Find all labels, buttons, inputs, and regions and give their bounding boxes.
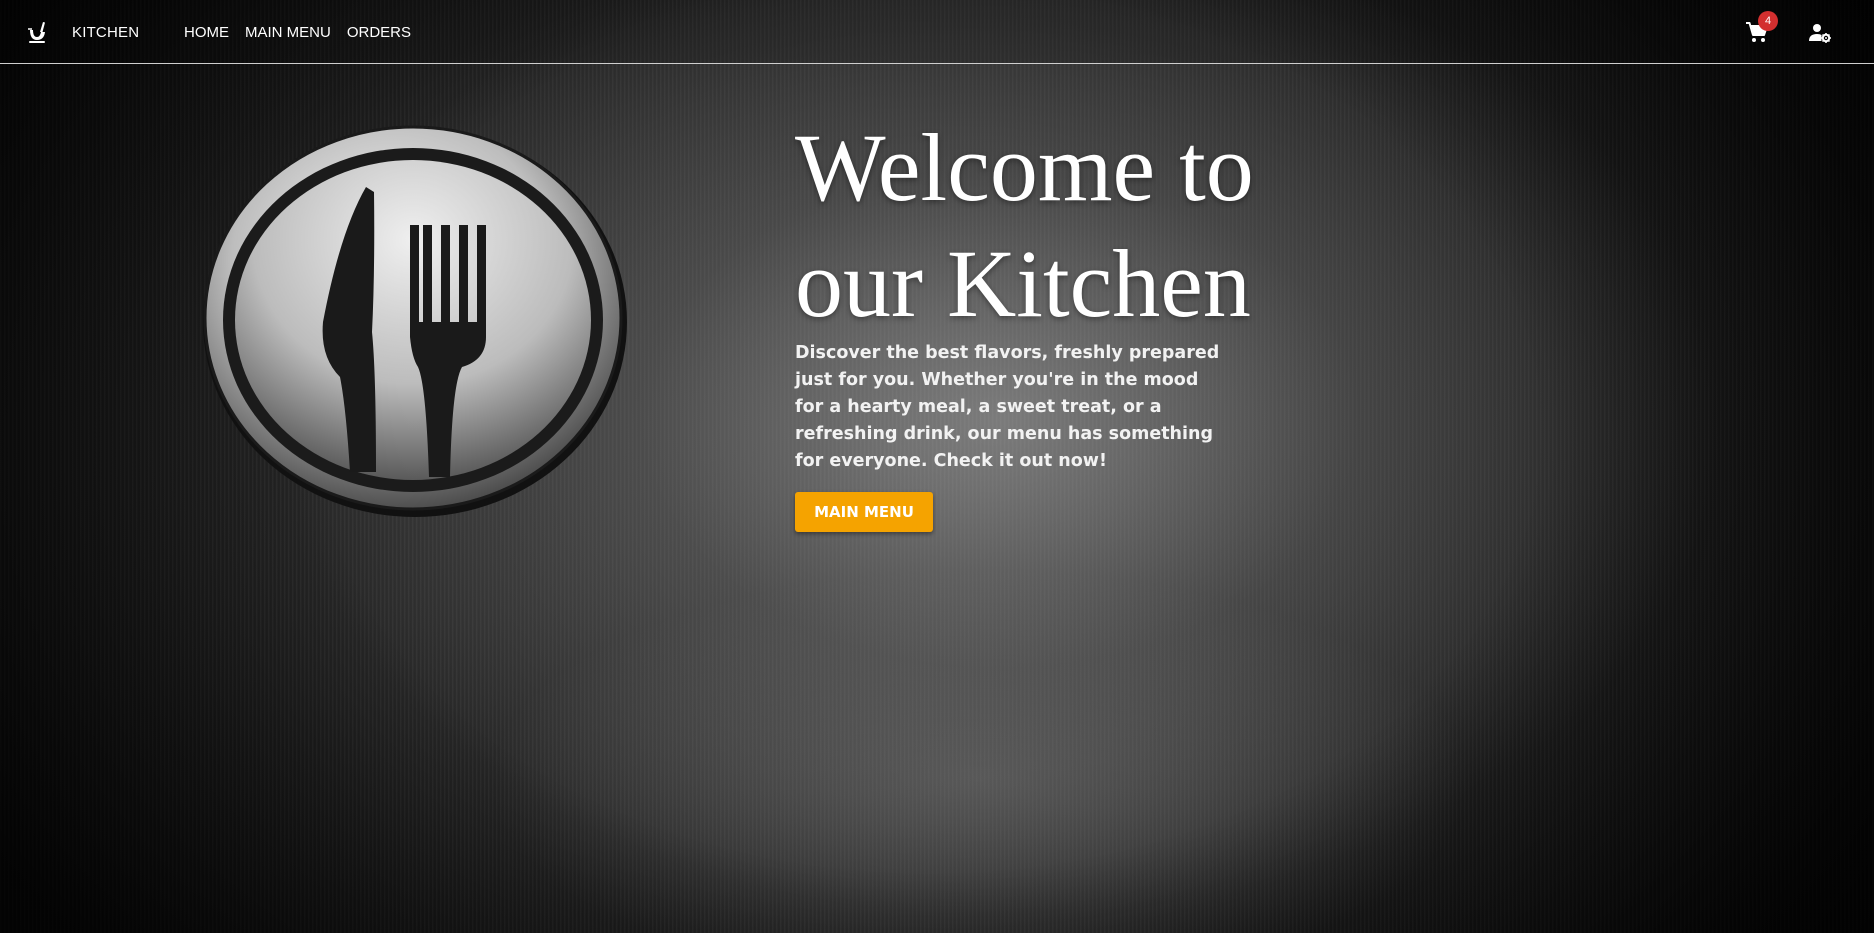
nav-link-home[interactable]: HOME (184, 24, 229, 41)
kitchen-utensil-icon[interactable] (26, 20, 48, 44)
hero-title: Welcome to our Kitchen (795, 114, 1254, 337)
nav-links: HOME MAIN MENU ORDERS (184, 24, 411, 41)
hero-description: Discover the best flavors, freshly prepa… (795, 343, 1220, 471)
brand-name[interactable]: KITCHEN (72, 24, 139, 41)
nav-link-orders[interactable]: ORDERS (347, 24, 411, 41)
nav-link-main-menu[interactable]: MAIN MENU (245, 24, 331, 41)
main-menu-button[interactable]: MAIN MENU (795, 492, 933, 532)
knife-fork-plate-logo (200, 122, 630, 517)
user-settings-icon[interactable] (1808, 21, 1832, 45)
cart-count-badge: 4 (1758, 11, 1778, 31)
top-navbar: KITCHEN HOME MAIN MENU ORDERS 4 (0, 0, 1874, 64)
